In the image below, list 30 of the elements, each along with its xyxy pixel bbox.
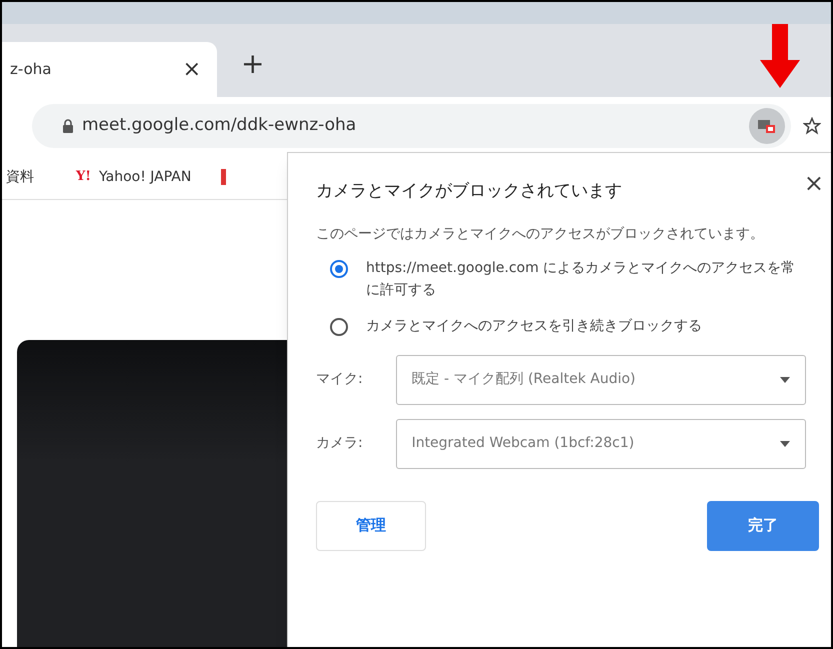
bookmark-icon[interactable]: [221, 169, 226, 185]
radio-button[interactable]: [330, 260, 348, 278]
address-bar[interactable]: meet.google.com/ddk-ewnz-oha: [32, 104, 791, 148]
device-label: カメラ:: [316, 434, 364, 453]
arrow-icon: [760, 24, 800, 88]
bookmark-item[interactable]: 資料: [6, 166, 34, 188]
tab-title: z-oha: [10, 59, 52, 80]
done-button[interactable]: 完了: [707, 500, 819, 550]
manage-button[interactable]: 管理: [316, 500, 426, 550]
radio-label[interactable]: カメラとマイクへのアクセスを引き続きブロックする: [366, 314, 806, 336]
device-dropdown[interactable]: 既定 - マイク配列 (Realtek Audio): [396, 354, 806, 404]
close-button[interactable]: ×: [804, 165, 824, 201]
caret-icon: [780, 440, 790, 446]
camera-blocked-icon: [757, 118, 777, 134]
star-icon[interactable]: [803, 117, 821, 135]
browser-tab[interactable]: z-oha ×: [2, 42, 217, 97]
radio-button[interactable]: [330, 318, 348, 336]
dialog-title: カメラとマイクがブロックされています: [316, 180, 623, 203]
device-dropdown[interactable]: Integrated Webcam (1bcf:28c1): [396, 418, 806, 468]
close-tab-button[interactable]: ×: [182, 53, 201, 86]
caret-icon: [780, 376, 790, 382]
url-text: meet.google.com/ddk-ewnz-oha: [82, 114, 358, 138]
radio-label[interactable]: https://meet.google.com によるカメラとマイクへのアクセスを常に許可する: [366, 256, 806, 300]
dialog-message: このページではカメラとマイクへのアクセスがブロックされています。: [316, 224, 765, 244]
yahoo-logo: Y!: [76, 168, 91, 186]
bookmark-item[interactable]: Yahoo! JAPAN: [99, 166, 192, 188]
lock-icon: [62, 119, 74, 133]
camera-blocked-button[interactable]: [749, 108, 785, 144]
new-tab-button[interactable]: +: [241, 43, 264, 85]
device-label: マイク:: [316, 370, 364, 389]
